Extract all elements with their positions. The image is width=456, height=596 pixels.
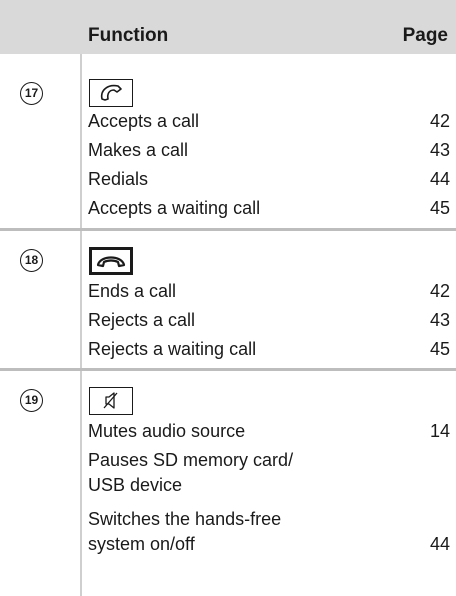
function-table: Function Page 17 Accepts a call 42 Makes… bbox=[0, 0, 456, 596]
page-number: 44 bbox=[429, 169, 450, 189]
function-text: Ends a call bbox=[88, 281, 177, 301]
function-text: Accepts a call bbox=[88, 111, 200, 131]
page-number: 45 bbox=[429, 339, 450, 359]
section-divider bbox=[0, 368, 456, 371]
page-number: 45 bbox=[429, 198, 450, 218]
page-column-header: Page bbox=[402, 25, 448, 46]
function-text: system on/off bbox=[88, 534, 195, 554]
function-text: Makes a call bbox=[88, 140, 189, 160]
mute-speaker-icon bbox=[90, 388, 132, 413]
page-number: 14 bbox=[429, 421, 450, 441]
phone-accept-key bbox=[89, 79, 133, 107]
page-number: 43 bbox=[429, 310, 450, 330]
function-text: Switches the hands-free bbox=[88, 509, 282, 529]
page-number: 44 bbox=[429, 534, 450, 554]
page-number: 43 bbox=[429, 140, 450, 160]
function-text: Mutes audio source bbox=[88, 421, 246, 441]
phone-hangup-icon bbox=[92, 250, 130, 272]
section-number-18: 18 bbox=[20, 249, 43, 272]
mute-key bbox=[89, 387, 133, 415]
table-header: Function Page bbox=[0, 0, 456, 54]
function-text: Pauses SD memory card/ bbox=[88, 450, 294, 470]
function-text: Rejects a call bbox=[88, 310, 196, 330]
phone-accept-icon bbox=[90, 80, 132, 105]
function-text: Accepts a waiting call bbox=[88, 198, 261, 218]
phone-hangup-key bbox=[89, 247, 133, 275]
section-divider bbox=[0, 228, 456, 231]
page-number: 42 bbox=[429, 281, 450, 301]
column-divider bbox=[80, 54, 82, 596]
section-number-19: 19 bbox=[20, 389, 43, 412]
page-number: 42 bbox=[429, 111, 450, 131]
section-number-17: 17 bbox=[20, 82, 43, 105]
function-text: Rejects a waiting call bbox=[88, 339, 257, 359]
function-column-header: Function bbox=[88, 25, 169, 46]
function-text: USB device bbox=[88, 475, 183, 495]
function-text: Redials bbox=[88, 169, 149, 189]
